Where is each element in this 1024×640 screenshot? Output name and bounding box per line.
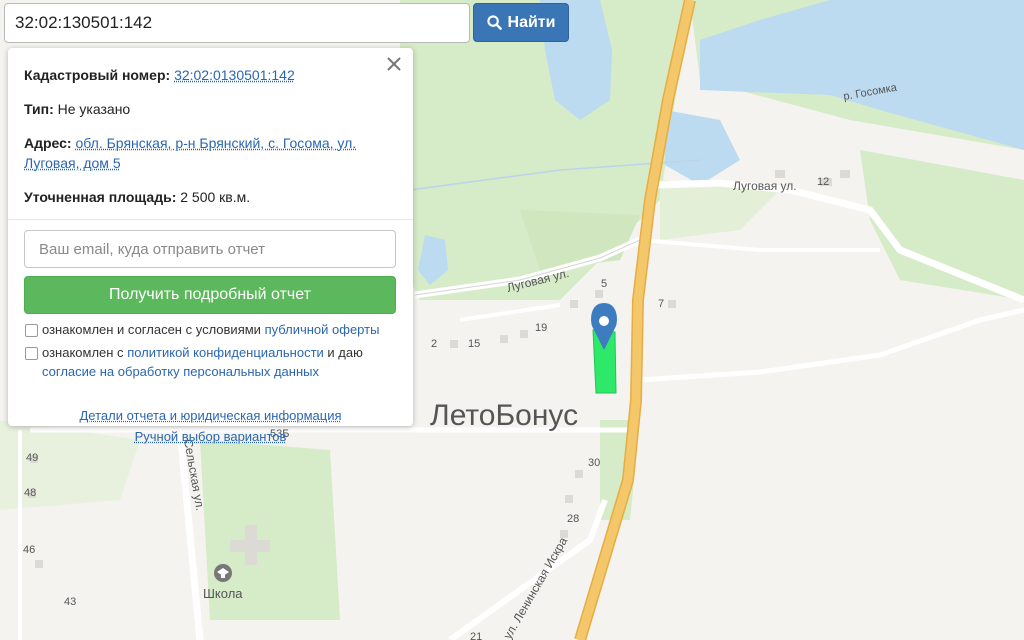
offer-consent-text: ознакомлен и согласен с условиями [42, 322, 261, 337]
get-report-button[interactable]: Получить подробный отчет [24, 276, 396, 314]
email-field[interactable] [24, 230, 396, 268]
cadastral-number-link[interactable]: 32:02:0130501:142 [174, 67, 295, 83]
manual-selection-link[interactable]: Ручной выбор вариантов [135, 426, 287, 447]
house-number: 19 [535, 322, 547, 334]
address-link-line1[interactable]: обл. Брянская, р-н Брянский, с. Госома, … [76, 135, 357, 151]
privacy-consent-tail: и даю [327, 345, 363, 360]
watermark: ЛетоБонус [430, 399, 578, 432]
panel-footer-links: Детали отчета и юридическая информация Р… [24, 405, 397, 447]
search-icon [486, 15, 502, 30]
house-number: 15 [468, 338, 480, 350]
cadastral-number-row: Кадастровый номер: 32:02:0130501:142 [24, 65, 397, 85]
address-row: Адрес: обл. Брянская, р-н Брянский, с. Г… [24, 133, 397, 173]
personal-data-consent-link[interactable]: согласие на обработку персональных данны… [42, 364, 319, 379]
house-number: 5 [601, 278, 607, 290]
house-number: 28 [567, 513, 579, 525]
house-number: 7 [658, 298, 664, 310]
street-label: Луговая ул. [733, 179, 797, 193]
public-offer-link[interactable]: публичной оферты [265, 322, 380, 337]
privacy-consent-text: ознакомлен с [42, 345, 124, 360]
address-link-line2[interactable]: Луговая, дом 5 [24, 155, 121, 171]
privacy-consent-checkbox[interactable] [25, 347, 38, 360]
offer-consent-checkbox[interactable] [25, 324, 38, 337]
house-number: 49 [26, 452, 38, 464]
type-value: Не указано [57, 101, 131, 117]
house-number: 48 [24, 487, 36, 499]
house-number: 43 [64, 596, 76, 608]
divider [8, 219, 413, 220]
privacy-policy-link[interactable]: политикой конфиденциальности [127, 345, 324, 360]
area-label: Уточненная площадь: [24, 189, 177, 205]
house-number: 21 [470, 631, 482, 640]
search-button[interactable]: Найти [473, 3, 569, 42]
offer-consent-row: ознакомлен и согласен с условиями публич… [24, 320, 397, 339]
house-number: 46 [23, 544, 35, 556]
house-number: 2 [431, 338, 437, 350]
house-number: 12 [817, 176, 829, 188]
area-row: Уточненная площадь: 2 500 кв.м. [24, 187, 397, 207]
area-value: 2 500 кв.м. [180, 189, 251, 205]
type-row: Тип: Не указано [24, 99, 397, 119]
cadastral-search-input[interactable] [4, 3, 470, 43]
privacy-consent-row: ознакомлен с политикой конфиденциальност… [24, 343, 397, 381]
cadastral-number-label: Кадастровый номер: [24, 67, 171, 83]
type-label: Тип: [24, 101, 54, 117]
school-label: Школа [203, 586, 243, 601]
school-icon [214, 564, 232, 582]
house-number: 30 [588, 457, 600, 469]
close-icon[interactable] [384, 54, 404, 74]
address-label: Адрес: [24, 135, 72, 151]
report-details-link[interactable]: Детали отчета и юридическая информация [79, 405, 341, 426]
parcel-info-panel: Кадастровый номер: 32:02:0130501:142 Тип… [8, 48, 413, 444]
search-button-label: Найти [507, 13, 556, 31]
